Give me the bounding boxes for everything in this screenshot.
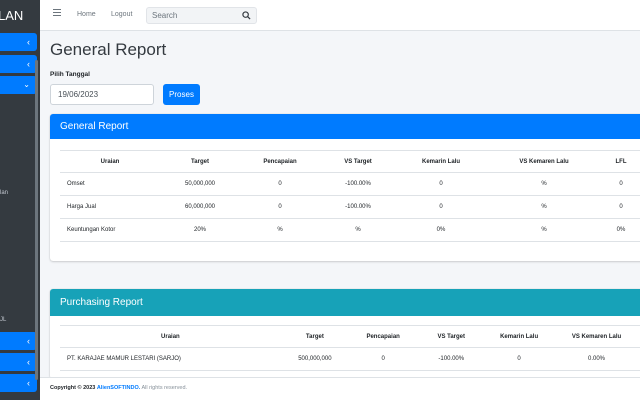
chevron-left-icon: ‹ [27,357,30,367]
chevron-down-icon: ⌄ [23,80,30,89]
table-cell: 0 [602,172,640,196]
footer: Copyright © 2023 AlienSOFTINDO. All righ… [40,377,640,400]
sidebar-item-1[interactable]: ‹ [0,33,37,51]
table-cell: 0 [485,347,554,371]
table-row: Harga Jual 60,000,000 0 -100.00% 0 % 0 [60,195,640,219]
general-report-header: General Report [50,114,640,139]
sidebar: LAN ‹ ‹ ⌄ lan JL ‹ ‹ ‹ [0,0,40,400]
sidebar-item-3[interactable]: ⌄ [0,76,37,94]
column-header: VS Target [417,325,486,348]
purchasing-report-header: Purchasing Report [50,289,640,316]
table-cell: 60,000,000 [160,195,240,219]
table-cell: % [486,218,602,242]
main-content: General Report Pilih Tanggal 19/06/2023 … [40,31,640,379]
search-icon[interactable] [242,11,251,20]
table-cell: PT. KARAJAE MAMUR LESTARI (SARJO) [60,347,281,371]
table-cell: % [240,218,320,242]
menu-icon[interactable] [53,9,61,17]
footer-rights: All rights reserved. [141,385,188,391]
sidebar-scrollbar[interactable] [35,60,38,380]
column-header: Target [280,325,350,348]
date-field[interactable]: 19/06/2023 [50,84,154,105]
table-cell: 0 [240,172,320,196]
table-cell: Omset [60,172,160,196]
table-cell: % [486,172,602,196]
table-row: Omset 50,000,000 0 -100.00% 0 % 0 [60,172,640,196]
table-cell: 0 [396,172,486,196]
column-header: Kemarin Lalu [485,325,554,348]
nav-home-link[interactable]: Home [77,11,96,18]
nav-logout-link[interactable]: Logout [111,11,132,18]
column-header: VS Kemaren Lalu [486,150,602,173]
page-title: General Report [50,40,167,59]
proses-button[interactable]: Proses [163,84,200,105]
column-header: Pencapaian [240,150,320,173]
table-cell: 500,000,000 [280,347,350,371]
table-cell: Harga Jual [60,195,160,219]
column-header: Kemarin Lalu [396,150,486,173]
chevron-left-icon: ‹ [27,37,30,47]
column-header: Uraian [60,150,160,173]
column-header: Pencapaian [349,325,418,348]
table-cell: 0 [602,195,640,219]
column-header: VS Target [320,150,396,173]
table-row: Keuntungan Kotor 20% % % 0% % 0% [60,218,640,242]
table-cell: % [320,218,396,242]
table-header-row: Uraian Target Pencapaian VS Target Kemar… [60,325,640,348]
purchasing-report-table: Uraian Target Pencapaian VS Target Kemar… [60,325,640,371]
sidebar-item-6[interactable]: ‹ [0,374,37,392]
purchasing-report-card: Purchasing Report Uraian Target Pencapai… [50,289,640,379]
table-cell: 50,000,000 [160,172,240,196]
general-report-table: Uraian Target Pencapaian VS Target Kemar… [60,150,640,242]
table-cell: -100.00% [320,172,396,196]
brand-text: LAN [0,8,24,23]
sidebar-item-label[interactable]: JL [0,317,6,323]
chevron-left-icon: ‹ [27,59,30,69]
general-report-card: General Report Uraian Target Pencapaian … [50,114,640,261]
sidebar-item-4[interactable]: ‹ [0,332,37,350]
search-placeholder: Search [152,11,178,20]
table-cell: 20% [160,218,240,242]
footer-brand-link[interactable]: AlienSOFTINDO. [97,385,140,391]
table-cell: -100.00% [417,347,486,371]
table-row: PT. KARAJAE MAMUR LESTARI (SARJO) 500,00… [60,347,640,371]
footer-copyright: Copyright © 2023 [50,385,96,391]
chevron-left-icon: ‹ [27,378,30,388]
table-header-row: Uraian Target Pencapaian VS Target Kemar… [60,150,640,173]
table-cell: 0 [349,347,418,371]
table-cell: Keuntungan Kotor [60,218,160,242]
column-header: Target [160,150,240,173]
sidebar-item-label[interactable]: lan [0,190,8,196]
column-header: LFL [602,150,640,173]
table-cell: % [486,195,602,219]
column-header: Uraian [60,325,281,348]
table-cell: 0% [396,218,486,242]
table-cell: 0 [396,195,486,219]
date-label: Pilih Tanggal [50,71,90,78]
sidebar-item-2[interactable]: ‹ [0,55,37,73]
table-cell: 0 [240,195,320,219]
sidebar-item-5[interactable]: ‹ [0,353,37,371]
table-cell: 0% [602,218,640,242]
table-cell: 0.00% [553,347,640,371]
column-header: VS Kemaren Lalu [553,325,640,348]
table-cell: -100.00% [320,195,396,219]
top-navbar: Home Logout Search [40,0,640,31]
search-input[interactable]: Search [146,7,257,24]
chevron-left-icon: ‹ [27,336,30,346]
